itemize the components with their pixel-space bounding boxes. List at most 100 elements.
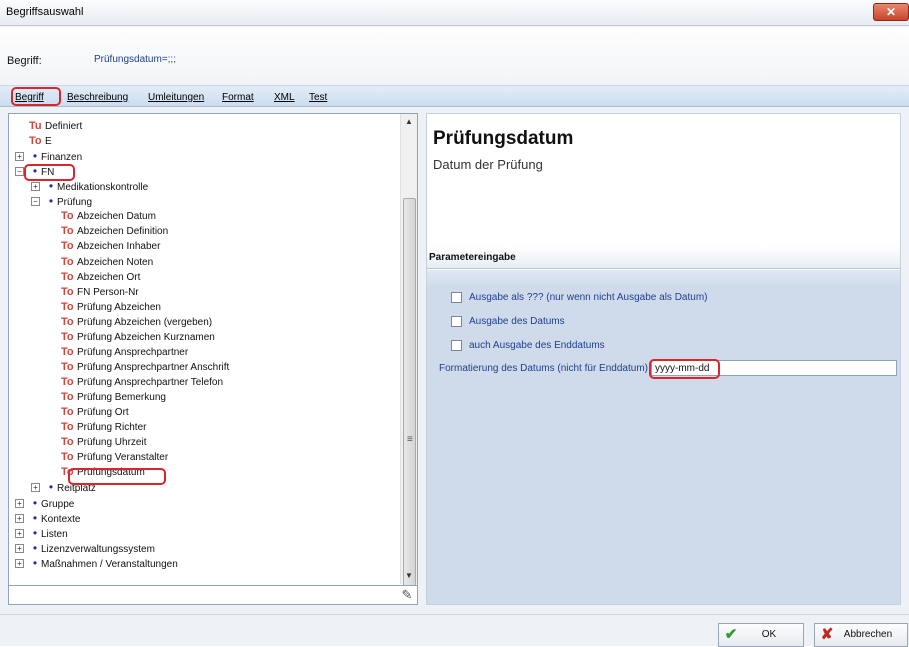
tree-item[interactable]: + • Reitplatz [31, 480, 96, 495]
cancel-button[interactable]: ✘ Abbrechen [814, 623, 908, 647]
tree-item[interactable]: To Prüfung Abzeichen [61, 300, 161, 315]
collapse-icon[interactable]: − [31, 197, 40, 207]
checkmark-icon: ✔ [724, 626, 738, 643]
tree-item[interactable]: + • Listen [15, 526, 68, 541]
tab-test[interactable]: Test [309, 92, 327, 103]
tree-item[interactable]: + • Maßnahmen / Veranstaltungen [15, 556, 178, 571]
tree-item-label: Prüfung Abzeichen (vergeben) [77, 316, 213, 328]
tree-item[interactable]: + • Gruppe [15, 496, 75, 511]
pencil-icon[interactable]: ✎ [399, 587, 415, 603]
tree-item[interactable]: To Prüfung Veranstalter [61, 450, 168, 465]
tree-item[interactable]: To Abzeichen Definition [61, 224, 168, 239]
checkbox-enddatum[interactable] [451, 340, 462, 351]
expand-icon[interactable]: + [15, 498, 24, 508]
tree-item[interactable]: To Prüfung Bemerkung [61, 390, 166, 405]
tab-umleitungen[interactable]: Umleitungen [148, 92, 204, 103]
term-icon: To [29, 135, 42, 148]
cancel-x-icon: ✘ [820, 626, 834, 643]
detail-panel: Prüfungsdatum Datum der Prüfung Paramete… [426, 113, 901, 605]
tree-item-label: Prüfung Ansprechpartner Anschrift [77, 361, 230, 373]
tree-item-label: Prüfung [57, 197, 93, 209]
tree-item[interactable]: To Prüfung Ansprechpartner [61, 345, 188, 360]
expand-icon[interactable]: + [15, 543, 24, 553]
tree-item[interactable]: To E [29, 134, 52, 149]
tree-item-label: Prüfung Bemerkung [77, 392, 166, 404]
checkbox-ausgabe-datum-label: Ausgabe des Datums [469, 316, 565, 327]
tree-item-label: Prüfung Abzeichen [77, 301, 161, 313]
tree-search-field[interactable]: ✎ [9, 585, 417, 604]
tab-begriff[interactable]: Begriff [15, 92, 44, 103]
term-icon: To [61, 285, 74, 298]
tree-item[interactable]: + • Medikationskontrolle [31, 179, 148, 194]
tree-panel: Tu Definiert To E + • Finanzen − • FN + • Medikation… [8, 113, 418, 605]
expand-icon[interactable]: + [31, 182, 40, 192]
group-bullet-icon: • [32, 510, 38, 525]
tree-item[interactable]: To FN Person-Nr [61, 285, 139, 300]
tab-format[interactable]: Format [222, 92, 254, 103]
tab-xml[interactable]: XML [274, 92, 295, 103]
tree-item-label: Reitplatz [57, 483, 96, 495]
term-tree[interactable]: Tu Definiert To E + • Finanzen − • FN + • Medikation… [9, 114, 401, 584]
tree-item-label: Prüfungsdatum [77, 467, 145, 479]
tree-item-label: Abzeichen Ort [77, 271, 141, 283]
tree-item-label: Listen [41, 528, 68, 540]
scroll-thumb[interactable]: ≡ [403, 198, 416, 588]
tree-item[interactable]: To Abzeichen Ort [61, 270, 140, 285]
expand-icon[interactable]: + [31, 483, 40, 493]
tree-item[interactable]: + • Kontexte [15, 510, 80, 526]
tree-item[interactable]: To Prüfung Richter [61, 420, 146, 435]
tree-item[interactable]: + • Finanzen [15, 149, 82, 164]
expand-icon[interactable]: + [15, 528, 24, 538]
scroll-up-icon[interactable]: ▲ [401, 114, 417, 130]
term-icon: To [61, 315, 74, 328]
tree-item-label: Abzeichen Inhaber [77, 241, 161, 253]
tree-item[interactable]: Tu Definiert [29, 119, 82, 134]
date-format-input[interactable] [651, 360, 897, 376]
group-bullet-icon: • [32, 540, 38, 555]
term-icon: To [61, 391, 74, 404]
tree-item[interactable]: To Prüfung Ort [61, 405, 129, 420]
parameter-header-label: Parametereingabe [429, 252, 516, 263]
tree-item-label: Abzeichen Datum [77, 211, 156, 223]
tree-item-label: Lizenzverwaltungssystem [41, 543, 155, 555]
tree-item[interactable]: To Abzeichen Datum [61, 209, 156, 224]
tree-item-label: Prüfung Veranstalter [77, 452, 169, 464]
tree-item-label: Abzeichen Definition [77, 226, 169, 238]
tree-item[interactable]: To Prüfung Ansprechpartner Telefon [61, 375, 223, 390]
tree-item[interactable]: To Abzeichen Inhaber [61, 239, 160, 254]
checkbox-ausgabe-als-label: Ausgabe als ??? (nur wenn nicht Ausgabe … [469, 292, 708, 303]
expand-icon[interactable]: + [15, 152, 24, 162]
tree-item[interactable]: To Prüfung Uhrzeit [61, 435, 146, 450]
collapse-icon[interactable]: − [15, 167, 24, 177]
tree-item[interactable]: To Prüfung Ansprechpartner Anschrift [61, 360, 229, 375]
term-icon: To [61, 466, 74, 479]
close-button[interactable]: ✕ [873, 3, 909, 21]
tree-item-label: Abzeichen Noten [77, 256, 154, 268]
button-bar: ✔ OK ✘ Abbrechen [0, 614, 909, 647]
group-bullet-icon: • [32, 164, 38, 179]
group-bullet-icon: • [48, 480, 54, 495]
tree-item-label: Prüfung Ansprechpartner [77, 346, 189, 358]
tab-beschreibung[interactable]: Beschreibung [67, 92, 128, 103]
window-title: Begriffsauswahl [6, 6, 84, 18]
term-icon: To [61, 360, 74, 373]
date-format-label: Formatierung des Datums (nicht für Endda… [439, 363, 648, 374]
tree-item[interactable]: To Prüfungsdatum [61, 465, 145, 480]
ok-button[interactable]: ✔ OK [718, 623, 804, 647]
tree-item[interactable]: To Abzeichen Noten [61, 255, 153, 270]
tree-item[interactable]: + • Lizenzverwaltungssystem [15, 540, 155, 556]
tree-scrollbar[interactable]: ▲ ≡ ▼ [400, 114, 417, 588]
expand-icon[interactable]: + [15, 558, 24, 568]
checkbox-ausgabe-als[interactable] [451, 292, 462, 303]
tree-item[interactable]: To Prüfung Abzeichen Kurznamen [61, 330, 215, 345]
expand-icon[interactable]: + [15, 513, 24, 523]
tree-item-label: Gruppe [41, 498, 75, 510]
tree-item[interactable]: − • Prüfung [31, 194, 93, 209]
group-bullet-icon: • [32, 149, 38, 164]
checkbox-ausgabe-datum[interactable] [451, 316, 462, 327]
tree-item[interactable]: To Prüfung Abzeichen (vergeben) [61, 315, 212, 330]
tree-item-label: Definiert [45, 121, 83, 132]
begriff-value: Prüfungsdatum=;;; [94, 54, 176, 65]
scroll-down-icon[interactable]: ▼ [401, 568, 417, 584]
tree-item[interactable]: − • FN [15, 164, 54, 179]
